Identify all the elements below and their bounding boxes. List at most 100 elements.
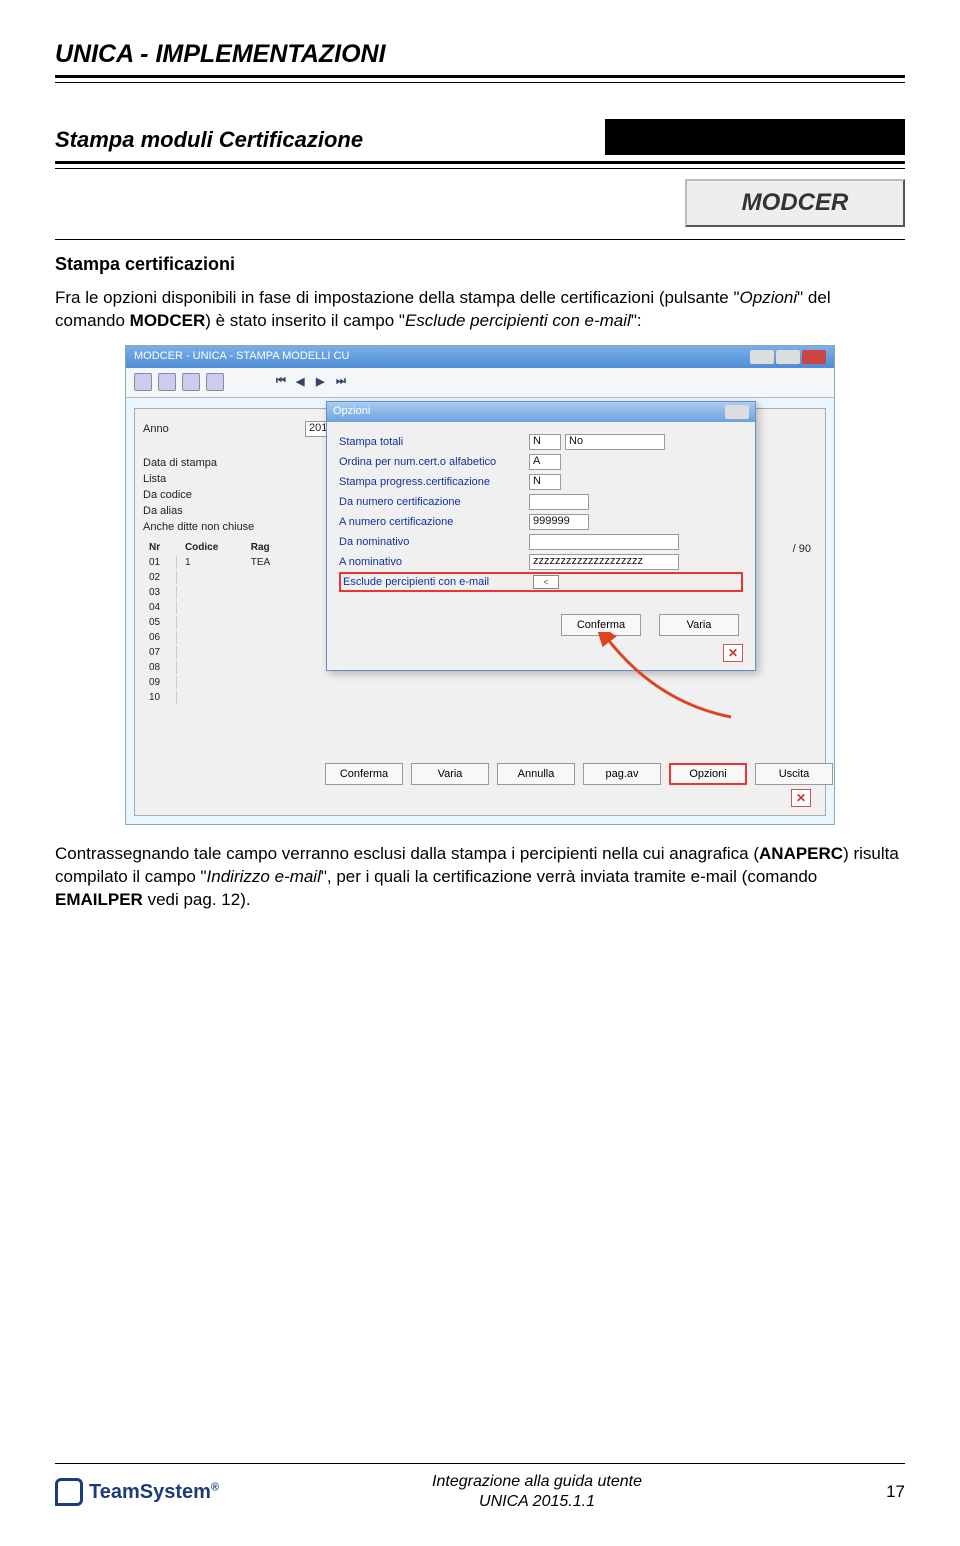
- toolbar: ⏮ ◀ ▶ ⏭: [126, 368, 834, 398]
- result-grid: Nr Codice Rag 011TEA 02 03 04 05 06 07 0…: [141, 539, 291, 706]
- help-icon[interactable]: [206, 373, 224, 391]
- varia-button[interactable]: Varia: [411, 763, 489, 785]
- command-box: MODCER: [685, 179, 905, 227]
- field-stampa-totali-desc[interactable]: No: [565, 434, 665, 450]
- row-ordina: Ordina per num.cert.o alfabetico A: [339, 452, 743, 472]
- rule: [55, 75, 905, 78]
- logo-mark-icon: [55, 1478, 83, 1506]
- field-ordina[interactable]: A: [529, 454, 561, 470]
- label-anno: Anno: [143, 423, 169, 435]
- row-a-numero: A numero certificazione 999999: [339, 512, 743, 532]
- text: ) è stato inserito il campo ": [205, 311, 405, 330]
- text: Contrassegnando tale campo verranno escl…: [55, 844, 759, 863]
- cell-nr: 04: [143, 601, 177, 614]
- brand-logo: TeamSystem®: [55, 1478, 219, 1506]
- checkbox-esclude-email[interactable]: <: [533, 575, 559, 589]
- grid-row[interactable]: 10: [143, 691, 289, 704]
- text: vedi pag. 12).: [143, 890, 251, 909]
- text: TeamSystem: [89, 1481, 211, 1503]
- grid-row[interactable]: 07: [143, 646, 289, 659]
- grid-row[interactable]: 011TEA: [143, 556, 289, 569]
- grid-row[interactable]: 03: [143, 586, 289, 599]
- cell-nr: 10: [143, 691, 177, 704]
- col-nr: Nr: [143, 541, 177, 554]
- label: Stampa progress.certificazione: [339, 476, 529, 488]
- text-italic: Indirizzo e-mail: [207, 867, 321, 886]
- annulla-button[interactable]: Annulla: [497, 763, 575, 785]
- dialog-button-bar: Conferma Varia: [561, 614, 739, 636]
- minimize-icon[interactable]: [750, 350, 774, 364]
- nav-first-icon[interactable]: ⏮: [276, 375, 290, 389]
- text-bold: MODCER: [130, 311, 206, 330]
- grid-row[interactable]: 06: [143, 631, 289, 644]
- dialog-close-icon[interactable]: ✕: [723, 644, 743, 662]
- form-close-icon[interactable]: ✕: [791, 789, 811, 807]
- command-box-row: MODCER: [55, 179, 905, 227]
- bottom-button-bar: Conferma Varia Annulla pag.av Opzioni Us…: [325, 763, 833, 785]
- text: Fra le opzioni disponibili in fase di im…: [55, 288, 740, 307]
- label: A nominativo: [339, 556, 529, 568]
- label: Esclude percipienti con e-mail: [343, 576, 533, 588]
- rule: [55, 1463, 905, 1464]
- label-da-codice: Da codice: [143, 489, 192, 501]
- cell-nr: 08: [143, 661, 177, 674]
- nav-prev-icon[interactable]: ◀: [296, 375, 310, 389]
- row-da-nominativo: Da nominativo: [339, 532, 743, 552]
- toolbar-icon[interactable]: [134, 373, 152, 391]
- grid-row[interactable]: 09: [143, 676, 289, 689]
- opzioni-button[interactable]: Opzioni: [669, 763, 747, 785]
- col-rag: Rag: [245, 541, 289, 554]
- nav-next-icon[interactable]: ▶: [316, 375, 330, 389]
- section-header-row: Stampa moduli Certificazione: [55, 119, 905, 155]
- print-icon[interactable]: [158, 373, 176, 391]
- col-codice: Codice: [179, 541, 243, 554]
- toolbar-icon[interactable]: [182, 373, 200, 391]
- cell-nr: 01: [143, 556, 177, 569]
- row-da-numero: Da numero certificazione: [339, 492, 743, 512]
- row-stampa-prog: Stampa progress.certificazione N: [339, 472, 743, 492]
- window-controls: [750, 350, 826, 364]
- window-titlebar: MODCER - UNICA - STAMPA MODELLI CU: [126, 346, 834, 368]
- cell-nr: 03: [143, 586, 177, 599]
- subsection-title: Stampa certificazioni: [55, 254, 905, 275]
- maximize-icon[interactable]: [776, 350, 800, 364]
- cell-nr: 09: [143, 676, 177, 689]
- grid-row[interactable]: 08: [143, 661, 289, 674]
- nav-last-icon[interactable]: ⏭: [336, 375, 350, 389]
- close-icon[interactable]: [802, 350, 826, 364]
- field-da-nominativo[interactable]: [529, 534, 679, 550]
- label-data-stampa: Data di stampa: [143, 457, 217, 469]
- dialog-title: Opzioni: [333, 405, 370, 419]
- grid-header: Nr Codice Rag: [143, 541, 289, 554]
- uscita-button[interactable]: Uscita: [755, 763, 833, 785]
- field-stampa-prog[interactable]: N: [529, 474, 561, 490]
- registered-icon: ®: [211, 1481, 219, 1493]
- grid-row[interactable]: 02: [143, 571, 289, 584]
- pagav-button[interactable]: pag.av: [583, 763, 661, 785]
- opzioni-dialog: Opzioni Stampa totali N No Ordina per nu…: [326, 401, 756, 671]
- brand-name: TeamSystem®: [89, 1481, 219, 1504]
- page-number: 17: [855, 1482, 905, 1502]
- label: Stampa totali: [339, 436, 529, 448]
- cell-nr: 06: [143, 631, 177, 644]
- dialog-varia-button[interactable]: Varia: [659, 614, 739, 636]
- label: Da nominativo: [339, 536, 529, 548]
- grid-row[interactable]: 05: [143, 616, 289, 629]
- grid-row[interactable]: 04: [143, 601, 289, 614]
- field-stampa-totali[interactable]: N: [529, 434, 561, 450]
- document-header: UNICA - IMPLEMENTAZIONI: [55, 40, 905, 69]
- label: Da numero certificazione: [339, 496, 529, 508]
- dialog-conferma-button[interactable]: Conferma: [561, 614, 641, 636]
- conferma-button[interactable]: Conferma: [325, 763, 403, 785]
- rule: [55, 239, 905, 240]
- label-anche-ditte: Anche ditte non chiuse: [143, 521, 254, 533]
- field-a-nominativo[interactable]: zzzzzzzzzzzzzzzzzzzz: [529, 554, 679, 570]
- text: ", per i quali la certificazione verrà i…: [321, 867, 817, 886]
- footer-center: Integrazione alla guida utente UNICA 201…: [219, 1472, 855, 1512]
- field-a-numero[interactable]: 999999: [529, 514, 589, 530]
- row-a-nominativo: A nominativo zzzzzzzzzzzzzzzzzzzz: [339, 552, 743, 572]
- pager-label: / 90: [793, 543, 811, 555]
- field-da-numero[interactable]: [529, 494, 589, 510]
- close-icon[interactable]: [725, 405, 749, 419]
- window-title: MODCER - UNICA - STAMPA MODELLI CU: [134, 350, 349, 364]
